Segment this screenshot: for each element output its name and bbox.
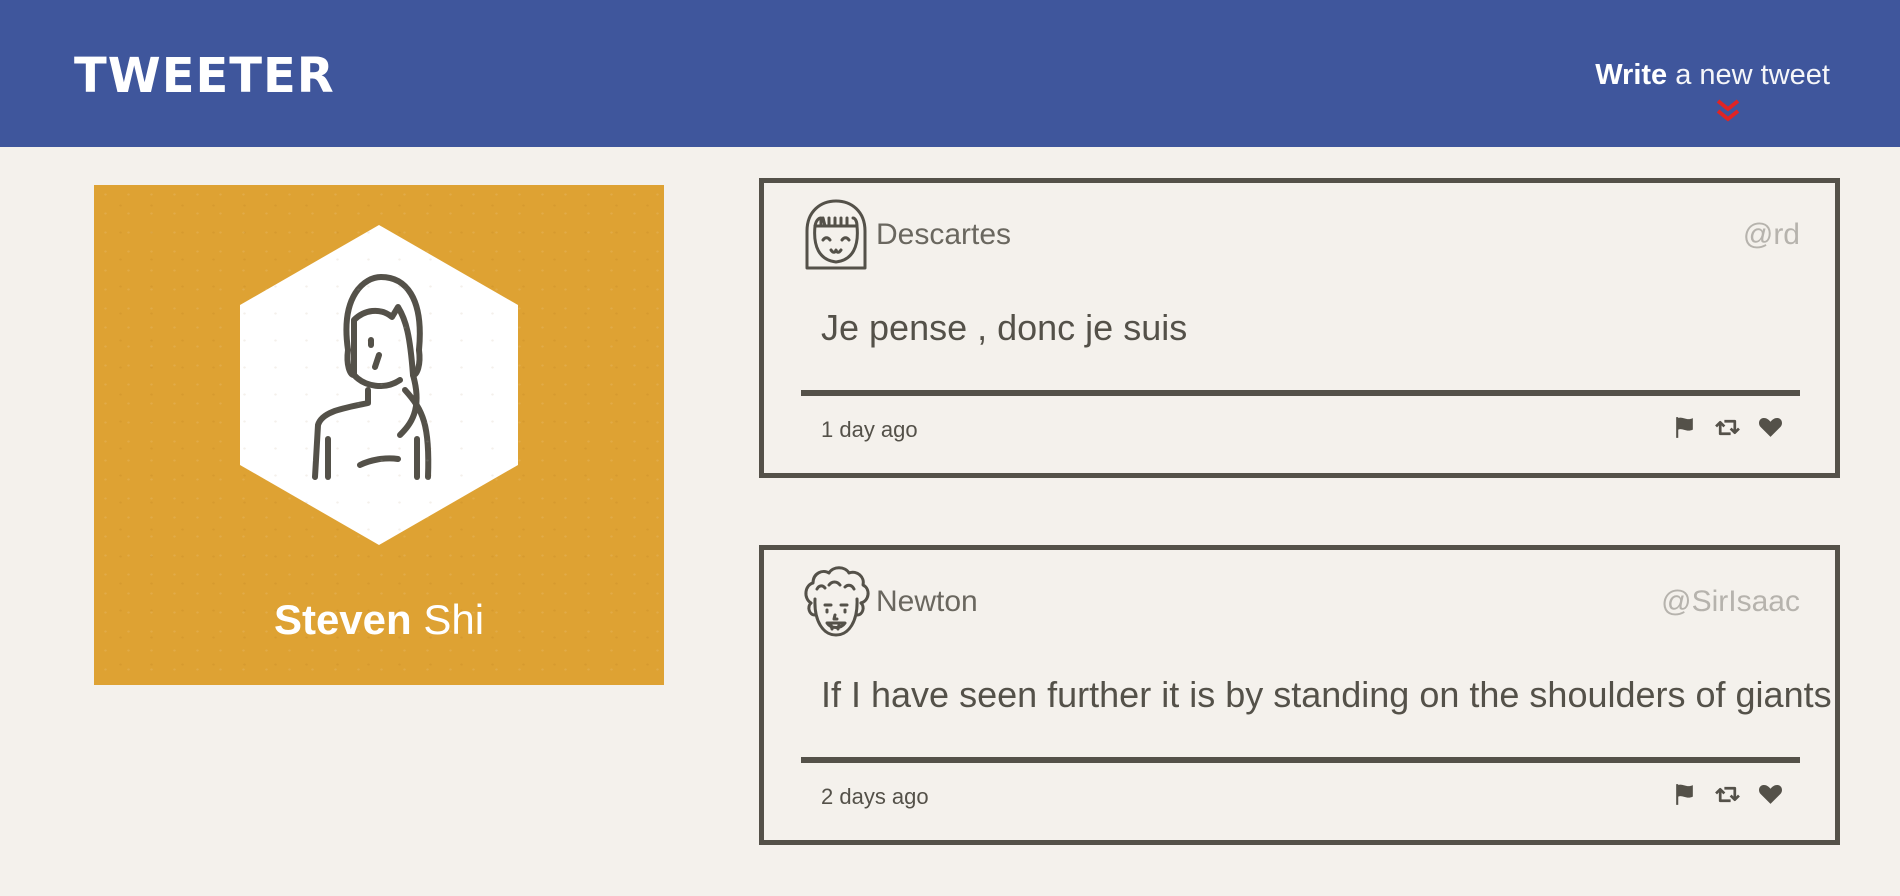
tweet-divider [801, 390, 1800, 396]
profile-card: Steven Shi [94, 185, 664, 685]
tweet-handle[interactable]: @rd [1743, 215, 1800, 255]
compose-label-bold: Write [1595, 59, 1668, 91]
tweet-card: Newton @SirIsaac If I have seen further … [759, 545, 1840, 845]
top-navigation-bar: TWEETER Write a new tweet [0, 0, 1900, 147]
profile-last-name: Shi [411, 596, 485, 643]
flag-icon[interactable] [1672, 782, 1697, 807]
tweet-handle[interactable]: @SirIsaac [1661, 582, 1800, 622]
tweet-actions [1672, 782, 1783, 807]
tweet-card: Descartes @rd Je pense , donc je suis 1 … [759, 178, 1840, 478]
retweet-icon[interactable] [1715, 782, 1740, 807]
tweet-text: Je pense , donc je suis [821, 307, 1188, 348]
heart-icon[interactable] [1758, 415, 1783, 440]
profile-name: Steven Shi [94, 592, 664, 648]
tweet-actions [1672, 415, 1783, 440]
flag-icon[interactable] [1672, 415, 1697, 440]
chevron-double-down-icon[interactable] [1713, 96, 1743, 126]
tweet-text: If I have seen further it is by standing… [821, 674, 1832, 715]
tweet-divider [801, 757, 1800, 763]
brand-logo[interactable]: TWEETER [74, 46, 335, 106]
compose-label-rest: a new tweet [1667, 59, 1830, 91]
tweet-author[interactable]: Descartes [876, 215, 1011, 255]
tweet-timestamp: 1 day ago [821, 417, 918, 442]
heart-icon[interactable] [1758, 782, 1783, 807]
retweet-icon[interactable] [1715, 415, 1740, 440]
tweet-author[interactable]: Newton [876, 582, 978, 622]
newton-avatar-icon [804, 566, 870, 637]
tweet-timestamp: 2 days ago [821, 784, 929, 809]
write-new-tweet-button[interactable]: Write a new tweet [1595, 55, 1830, 95]
descartes-avatar-icon [805, 199, 867, 270]
profile-avatar [240, 225, 518, 545]
profile-first-name: Steven [273, 596, 412, 643]
